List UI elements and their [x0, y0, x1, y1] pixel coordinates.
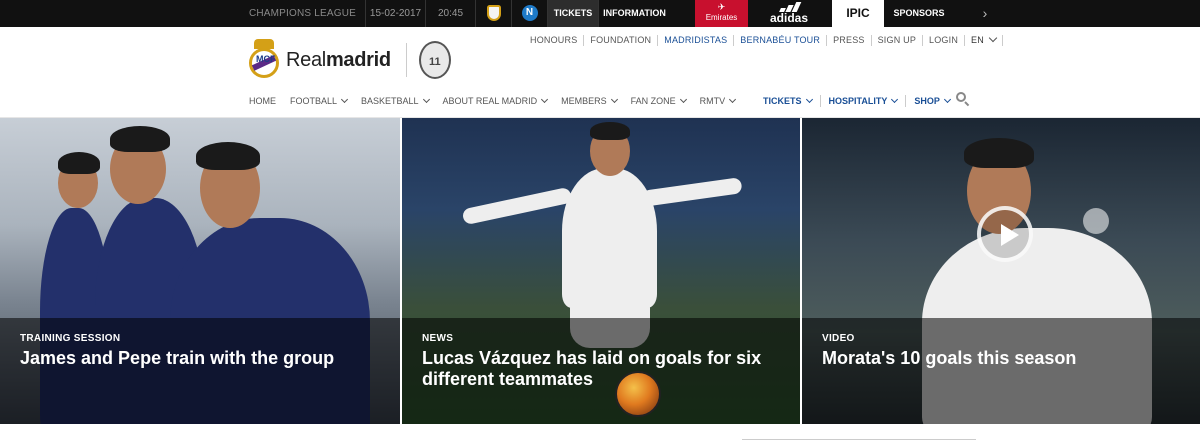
chevron-down-icon — [891, 95, 899, 104]
util-link-press[interactable]: PRESS — [826, 35, 871, 46]
hero-headline[interactable]: James and Pepe train with the group — [20, 348, 390, 369]
chevron-right-icon[interactable]: › — [975, 0, 995, 27]
nav-home[interactable]: HOME — [249, 95, 276, 107]
util-link-madridistas[interactable]: MADRIDISTAS — [657, 35, 733, 46]
competition-label: CHAMPIONS LEAGUE — [248, 8, 357, 19]
hero-kicker: NEWS — [422, 333, 454, 344]
chevron-down-icon — [988, 33, 998, 43]
chevron-down-icon — [805, 95, 813, 104]
sponsor-ipic-logo[interactable]: IPIC — [832, 0, 884, 27]
chevron-down-icon — [610, 95, 618, 104]
nav-football[interactable]: FOOTBALL — [290, 95, 349, 107]
sponsors-link[interactable]: SPONSORS — [884, 0, 954, 27]
real-madrid-crest-icon: MCF — [249, 39, 279, 81]
hero-carousel: TRAINING SESSION James and Pepe train wi… — [0, 118, 1200, 424]
util-link-foundation[interactable]: FOUNDATION — [583, 35, 657, 46]
chevron-down-icon — [679, 95, 687, 104]
match-information-button[interactable]: INFORMATION — [598, 0, 670, 27]
sponsor-adidas-logo[interactable]: adidas — [760, 0, 818, 27]
match-time: 20:45 — [425, 0, 475, 27]
section-divider — [742, 439, 976, 440]
commerce-nav: TICKETS HOSPITALITY SHOP — [763, 95, 958, 107]
hero-kicker: VIDEO — [822, 333, 855, 344]
player-image — [562, 168, 657, 308]
adidas-stripes-icon — [778, 2, 802, 12]
hero-kicker: TRAINING SESSION — [20, 333, 121, 344]
match-tickets-button[interactable]: TICKETS — [547, 0, 598, 27]
nav-members[interactable]: MEMBERS — [561, 95, 618, 107]
language-selector[interactable]: EN — [964, 33, 1002, 46]
hero-headline[interactable]: Lucas Vázquez has laid on goals for six … — [422, 348, 792, 390]
util-link-login[interactable]: LOGIN — [922, 35, 964, 46]
nav-hospitality[interactable]: HOSPITALITY — [819, 95, 906, 107]
util-link-sign-up[interactable]: SIGN UP — [870, 35, 922, 46]
hero-headline[interactable]: Morata's 10 goals this season — [822, 348, 1192, 369]
chevron-down-icon — [340, 95, 349, 104]
nav-shop[interactable]: SHOP — [905, 95, 958, 107]
util-link-honours[interactable]: HONOURS — [524, 35, 583, 46]
carousel-dot-icon[interactable] — [1083, 208, 1109, 234]
nav-basketball[interactable]: BASKETBALL — [361, 95, 430, 107]
hero-tile-news[interactable]: NEWS Lucas Vázquez has laid on goals for… — [400, 118, 800, 424]
main-nav: HOME FOOTBALL BASKETBALL ABOUT REAL MADR… — [249, 95, 749, 107]
utility-nav: HONOURS FOUNDATION MADRIDISTAS BERNABÉU … — [524, 33, 1003, 46]
util-link-bernabeu-tour[interactable]: BERNABÉU TOUR — [733, 35, 826, 46]
match-bar: CHAMPIONS LEAGUE 15-02-2017 20:45 N TICK… — [0, 0, 1200, 27]
hero-tile-video[interactable]: VIDEO Morata's 10 goals this season — [800, 118, 1200, 424]
chevron-down-icon — [729, 95, 737, 104]
nav-rmtv[interactable]: RMTV — [700, 95, 737, 107]
chevron-down-icon — [943, 95, 951, 104]
search-icon[interactable] — [956, 92, 970, 107]
nav-about-real-madrid[interactable]: ABOUT REAL MADRID — [443, 95, 549, 107]
hero-tile-training[interactable]: TRAINING SESSION James and Pepe train wi… — [0, 118, 400, 424]
site-logo[interactable]: MCF Realmadrid 11 — [249, 39, 451, 81]
nav-fan-zone[interactable]: FAN ZONE — [631, 95, 687, 107]
play-icon[interactable] — [977, 206, 1033, 262]
logo-wordmark: Realmadrid — [286, 48, 391, 71]
away-team-crest-icon: N — [511, 0, 547, 27]
match-date: 15-02-2017 — [365, 0, 425, 27]
site-header: MCF Realmadrid 11 HONOURS FOUNDATION MAD… — [0, 27, 1200, 118]
chevron-down-icon — [541, 95, 549, 104]
home-team-crest-icon — [475, 0, 511, 27]
nav-tickets[interactable]: TICKETS — [763, 95, 820, 107]
chevron-down-icon — [422, 95, 430, 104]
logo-divider — [405, 43, 407, 77]
undecima-badge-icon: 11 — [418, 41, 451, 79]
sponsor-emirates-logo[interactable]: ✈ Emirates — [695, 0, 748, 27]
